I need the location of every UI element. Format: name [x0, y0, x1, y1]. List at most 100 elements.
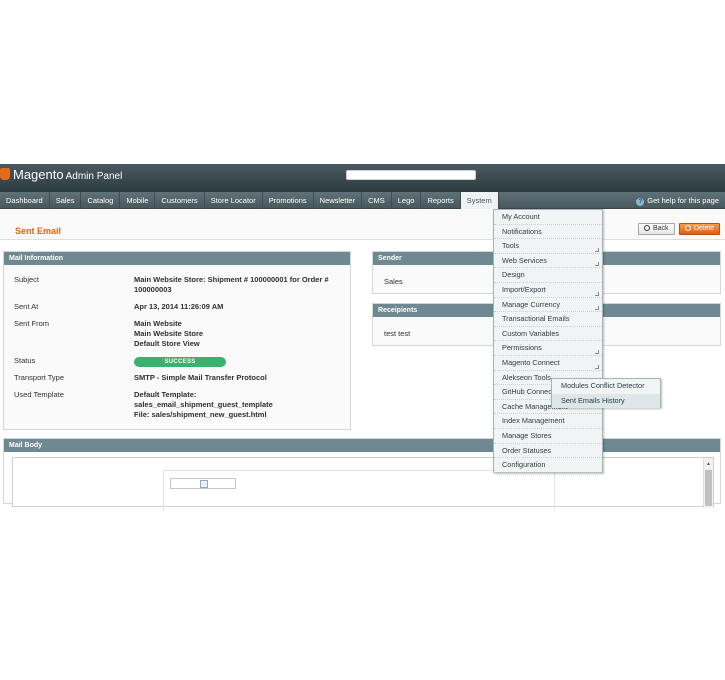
- sent-from-value: Main Website Main Website Store Default …: [134, 319, 334, 349]
- mail-body-header: Mail Body: [4, 439, 720, 452]
- submenu-arrow-icon: [595, 349, 599, 354]
- scroll-up-icon[interactable]: ▲: [706, 461, 711, 467]
- nav-items: Dashboard Sales Catalog Mobile Customers Stor…: [0, 192, 499, 209]
- status-badge: SUCCESS: [134, 357, 226, 367]
- sent-from-store: Main Website Store: [134, 329, 204, 338]
- sender-value: Sales: [384, 277, 403, 286]
- nav-item-newsletter[interactable]: Newsletter: [314, 192, 363, 209]
- transport-value: SMTP - Simple Mail Transfer Protocol: [134, 373, 267, 382]
- submenu-item-modules-conflict-detector[interactable]: Modules Conflict Detector: [552, 379, 660, 394]
- admin-header: Magento Admin Panel: [0, 164, 725, 192]
- subject-label: Subject: [14, 275, 40, 284]
- broken-image-icon: [200, 480, 208, 488]
- nav-item-cms[interactable]: CMS: [362, 192, 392, 209]
- broken-image: [170, 478, 236, 489]
- nav-item-store-locator[interactable]: Store Locator: [205, 192, 263, 209]
- logo-text: Magento: [13, 167, 64, 182]
- menu-item-label: Configuration: [502, 460, 546, 470]
- menu-item-manage-stores[interactable]: Manage Stores: [494, 429, 602, 444]
- menu-item-tools[interactable]: Tools: [494, 239, 602, 254]
- menu-item-label: Magento Connect: [502, 357, 560, 367]
- menu-item-import-export[interactable]: Import/Export: [494, 283, 602, 298]
- mail-body-frame[interactable]: ▲: [12, 457, 714, 510]
- mail-information-header: Mail Information: [4, 252, 350, 265]
- menu-item-web-services[interactable]: Web Services: [494, 254, 602, 269]
- template-code: sales_email_shipment_guest_template: [134, 400, 273, 409]
- menu-item-configuration[interactable]: Configuration: [494, 458, 602, 473]
- menu-item-label: Design: [502, 270, 525, 280]
- submenu-arrow-icon: [595, 262, 599, 267]
- status-value-wrap: SUCCESS: [134, 356, 334, 367]
- sent-at-value: Apr 13, 2014 11:26:09 AM: [134, 302, 224, 311]
- global-search-input[interactable]: [346, 170, 476, 180]
- nav-item-sales[interactable]: Sales: [50, 192, 82, 209]
- template-type: Default Template:: [134, 390, 197, 399]
- delete-icon: [685, 225, 691, 231]
- mail-content: [163, 470, 555, 510]
- page-header: Sent Email Back Delete: [0, 209, 725, 240]
- status-label: Status: [14, 356, 36, 365]
- help-link-label: Get help for this page: [647, 196, 719, 205]
- sent-from-website: Main Website: [134, 319, 182, 328]
- nav-item-customers[interactable]: Customers: [155, 192, 205, 209]
- submenu-item-sent-emails-history[interactable]: Sent Emails History: [552, 393, 660, 409]
- menu-item-index-management[interactable]: Index Management: [494, 414, 602, 429]
- delete-button-label: Delete: [694, 225, 715, 232]
- menu-item-label: Notifications: [502, 226, 542, 236]
- menu-item-label: Tools: [502, 241, 520, 251]
- recipients-value: test test: [384, 329, 411, 338]
- menu-item-transactional-emails[interactable]: Transactional Emails: [494, 312, 602, 327]
- nav-item-mobile[interactable]: Mobile: [120, 192, 156, 209]
- menu-item-design[interactable]: Design: [494, 268, 602, 283]
- menu-item-my-account[interactable]: My Account: [494, 210, 602, 225]
- nav-item-catalog[interactable]: Catalog: [81, 192, 121, 209]
- menu-item-order-statuses[interactable]: Order Statuses: [494, 444, 602, 459]
- nav-item-lego[interactable]: Lego: [392, 192, 422, 209]
- logo-subtitle: Admin Panel: [65, 171, 123, 182]
- menu-item-label: Index Management: [502, 416, 565, 426]
- menu-item-manage-currency[interactable]: Manage Currency: [494, 298, 602, 313]
- back-button-label: Back: [653, 225, 669, 232]
- submenu-arrow-icon: [595, 247, 599, 252]
- sent-from-label: Sent From: [14, 319, 50, 328]
- delete-button[interactable]: Delete: [679, 223, 721, 235]
- submenu-arrow-icon: [595, 306, 599, 311]
- magento-logo[interactable]: Magento Admin Panel: [0, 166, 122, 184]
- menu-item-custom-variables[interactable]: Custom Variables: [494, 327, 602, 342]
- nav-item-dashboard[interactable]: Dashboard: [0, 192, 50, 209]
- mail-body-scrollbar[interactable]: ▲: [703, 458, 713, 508]
- sent-at-label: Sent At: [14, 302, 39, 311]
- subject-value: Main Website Store: Shipment # 100000001…: [134, 275, 329, 294]
- menu-item-label: Web Services: [502, 255, 547, 265]
- page-title: Sent Email: [15, 226, 62, 236]
- template-file: File: sales/shipment_new_guest.html: [134, 410, 267, 419]
- menu-item-label: Manage Stores: [502, 430, 552, 440]
- nav-item-system[interactable]: System: [460, 192, 499, 209]
- menu-item-permissions[interactable]: Permissions: [494, 341, 602, 356]
- menu-item-notifications[interactable]: Notifications: [494, 225, 602, 240]
- magento-logo-icon: [0, 168, 10, 180]
- menu-item-label: Custom Variables: [502, 328, 560, 338]
- help-link[interactable]: ? Get help for this page: [636, 192, 719, 209]
- submenu-arrow-icon: [595, 291, 599, 296]
- template-value: Default Template: sales_email_shipment_g…: [134, 390, 334, 420]
- main-nav: Dashboard Sales Catalog Mobile Customers Stor…: [0, 192, 725, 209]
- menu-item-label: Permissions: [502, 343, 542, 353]
- menu-item-magento-connect[interactable]: Magento Connect: [494, 356, 602, 371]
- mail-information-panel: Mail Information Subject Main Website St…: [3, 251, 351, 430]
- sent-from-store-view: Default Store View: [134, 339, 200, 348]
- nav-item-promotions[interactable]: Promotions: [263, 192, 314, 209]
- template-label: Used Template: [14, 390, 64, 399]
- mail-body-panel: Mail Body ▲: [3, 438, 721, 510]
- nav-item-reports[interactable]: Reports: [421, 192, 461, 209]
- menu-item-label: Order Statuses: [502, 445, 552, 455]
- scrollbar-thumb[interactable]: [705, 470, 712, 506]
- help-icon: ?: [636, 198, 645, 206]
- menu-item-label: Import/Export: [502, 284, 546, 294]
- menu-item-label: Transactional Emails: [502, 314, 570, 324]
- back-button[interactable]: Back: [638, 223, 675, 235]
- menu-item-label: My Account: [502, 212, 540, 221]
- submenu-arrow-icon: [595, 364, 599, 369]
- system-dropdown-menu: My Account Notifications Tools Web Services…: [493, 209, 603, 473]
- back-icon: [644, 225, 650, 231]
